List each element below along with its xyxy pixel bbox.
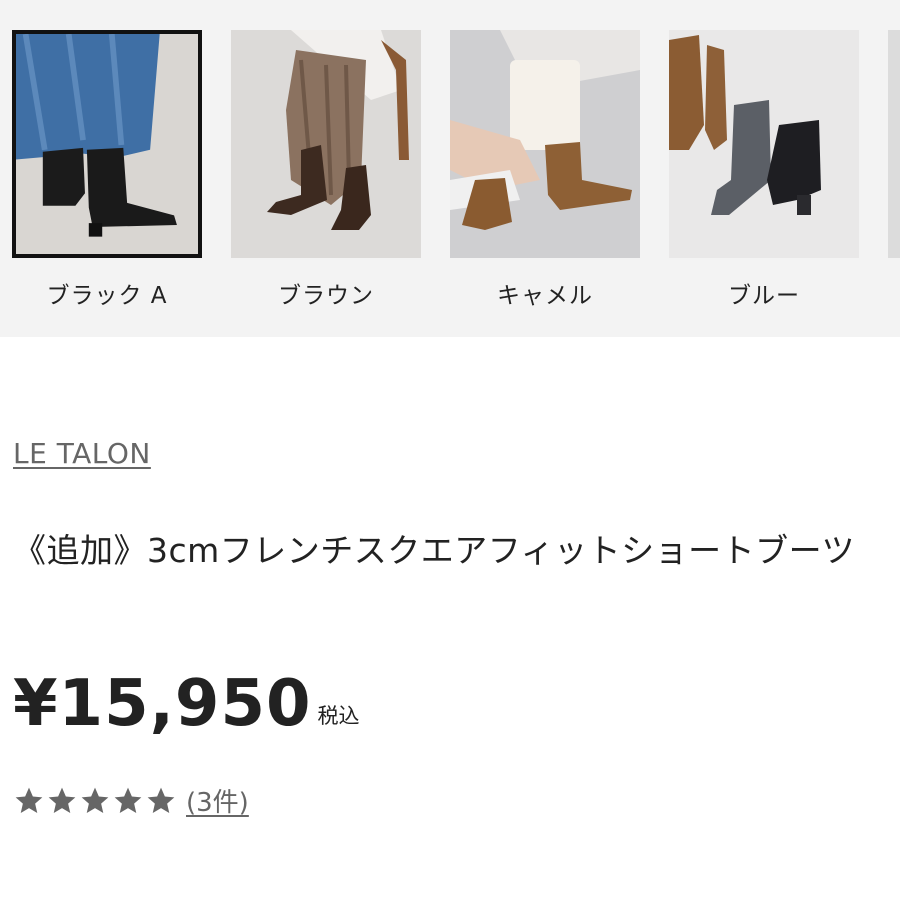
star-icon: [15, 787, 43, 813]
variant-label: ブラック A: [46, 283, 168, 309]
rating-stars: [13, 785, 178, 817]
tax-included-label: 税込: [317, 704, 360, 728]
product-title: 《追加》3cmフレンチスクエアフィットショートブーツ: [13, 531, 855, 570]
variant-next-partial[interactable]: [888, 30, 900, 258]
rating-row: (3件): [13, 782, 249, 819]
price-row: ¥15,950 税込: [13, 668, 360, 740]
variant-thumbnail: [669, 30, 859, 258]
brand-link[interactable]: LE TALON: [13, 437, 151, 470]
review-count-link[interactable]: (3件): [186, 782, 249, 819]
color-variant-strip: ブラック A ブラウン キャメル ブルー: [0, 0, 900, 337]
star-icon: [81, 787, 109, 813]
price: ¥15,950: [13, 667, 312, 741]
variant-label: ブラウン: [278, 283, 374, 309]
variant-thumbnail: [231, 30, 421, 258]
variant-thumbnail: [12, 30, 202, 258]
variant-thumbnail: [450, 30, 640, 258]
star-icon: [147, 787, 175, 813]
variant-camel[interactable]: キャメル: [450, 30, 640, 310]
variant-blue[interactable]: ブルー: [669, 30, 859, 310]
variant-brown[interactable]: ブラウン: [231, 30, 421, 310]
star-icon: [114, 787, 142, 813]
variant-label: ブルー: [728, 283, 800, 309]
variant-label: キャメル: [497, 283, 593, 309]
variant-black-a[interactable]: ブラック A: [12, 30, 202, 310]
variant-thumbnail: [888, 30, 900, 258]
star-icon: [48, 787, 76, 813]
